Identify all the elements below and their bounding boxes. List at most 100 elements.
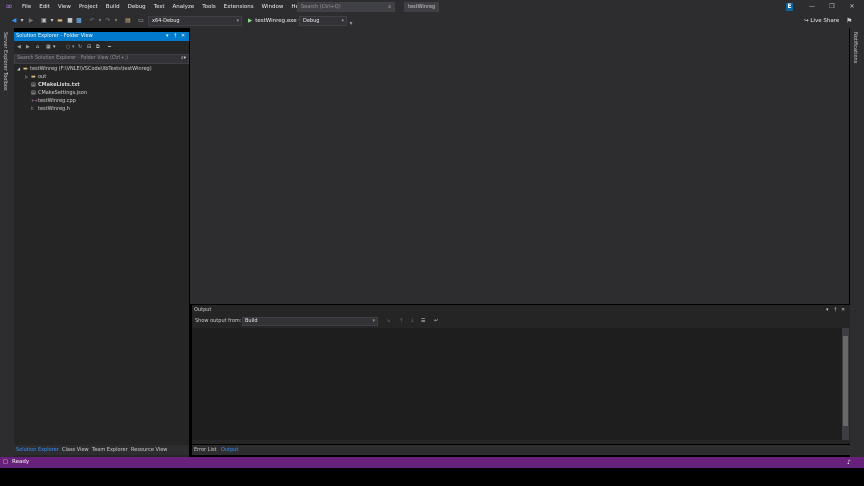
notifications-bell-icon[interactable]: ♪: [847, 457, 851, 468]
back-icon[interactable]: ◀: [17, 44, 21, 51]
tab-error-list[interactable]: Error List: [194, 445, 217, 455]
quick-launch-search[interactable]: Search (Ctrl+Q) ⌕: [297, 2, 395, 12]
close-icon[interactable]: ✕: [181, 32, 185, 41]
dropdown-chevron-icon[interactable]: ▾: [48, 17, 56, 25]
status-text: Ready: [12, 459, 30, 465]
output-panel: Output ▾ † ✕ Show output from: Build ▾ ↘…: [192, 305, 850, 444]
menu-test[interactable]: Test: [150, 0, 169, 14]
chevron-down-icon: ▾: [341, 18, 344, 24]
account-avatar[interactable]: E: [786, 3, 793, 11]
output-source-selector[interactable]: Build ▾: [242, 317, 378, 326]
folder-icon: ▬: [31, 74, 36, 80]
menu-edit[interactable]: Edit: [35, 0, 54, 14]
menu-debug[interactable]: Debug: [124, 0, 150, 14]
status-icon: □: [3, 459, 8, 465]
output-vertical-scrollbar[interactable]: [842, 328, 849, 440]
solution-explorer-title-bar: Solution Explorer - Folder View ▾ † ✕: [14, 32, 189, 41]
menu-file[interactable]: File: [18, 0, 35, 14]
scrollbar-thumb[interactable]: [843, 336, 848, 426]
save-all-icon[interactable]: ▩: [75, 17, 83, 25]
chevron-down-icon: ▾: [236, 18, 239, 24]
bottom-panel-tabs: Error List Output: [192, 445, 850, 455]
find-in-files-icon[interactable]: ▤: [124, 17, 132, 25]
redo-icon[interactable]: ↷: [104, 17, 112, 25]
cpp-file-icon: ++: [31, 98, 38, 103]
dropdown-chevron-icon[interactable]: ▾: [112, 17, 120, 25]
tab-resource-view[interactable]: Resource View: [131, 445, 167, 455]
dropdown-chevron-icon[interactable]: ▾: [18, 17, 26, 25]
close-window-button[interactable]: ✕: [842, 0, 862, 14]
previous-message-icon[interactable]: ↑: [399, 318, 403, 325]
forward-icon[interactable]: ▶: [26, 44, 30, 51]
find-message-icon[interactable]: ↘: [386, 318, 390, 325]
toolbar-overflow-icon[interactable]: ▾: [347, 20, 355, 28]
chevron-down-icon[interactable]: ▾: [53, 44, 56, 51]
search-icon[interactable]: ⌕: [388, 3, 391, 12]
menu-analyze[interactable]: Analyze: [169, 0, 199, 14]
solution-explorer-search[interactable]: Search Solution Explorer - Folder View (…: [14, 54, 189, 64]
search-placeholder: Search (Ctrl+Q): [301, 4, 341, 10]
pending-changes-filter-icon[interactable]: ○: [66, 44, 70, 51]
live-share-button[interactable]: ↪ Live Share: [804, 16, 839, 26]
notifications-tab[interactable]: Notifications: [852, 32, 858, 63]
menu-tools[interactable]: Tools: [198, 0, 220, 14]
home-icon[interactable]: ⌂: [36, 44, 39, 51]
tree-item-cmakelists[interactable]: ▤ CMakeLists.txt: [31, 81, 80, 89]
server-explorer-tab[interactable]: Server Explorer: [2, 32, 8, 71]
minimize-button[interactable]: —: [802, 0, 822, 14]
switch-views-icon[interactable]: ▦: [46, 44, 51, 51]
toolbox-tab[interactable]: Toolbox: [2, 72, 8, 91]
tree-item-cpp[interactable]: ++testWinreg.cpp: [31, 97, 76, 105]
search-icon[interactable]: ⌕▾: [181, 55, 186, 63]
save-icon[interactable]: ■: [66, 17, 74, 25]
solution-explorer-panel: Solution Explorer - Folder View ▾ † ✕ ◀ …: [14, 32, 189, 457]
properties-icon[interactable]: ━: [108, 44, 111, 51]
collapse-all-icon[interactable]: ⊟: [87, 44, 91, 51]
feedback-icon[interactable]: ⚑: [846, 16, 852, 26]
tab-solution-explorer[interactable]: Solution Explorer: [16, 445, 59, 455]
window-position-chevron-icon[interactable]: ▾: [166, 32, 169, 41]
chevron-down-icon[interactable]: ▾: [72, 44, 75, 51]
window-position-chevron-icon[interactable]: ▾: [826, 306, 829, 314]
navigate-back-icon[interactable]: ◀: [10, 17, 18, 25]
tab-class-view[interactable]: Class View: [62, 445, 89, 455]
debug-config-selector[interactable]: Debug ▾: [299, 16, 347, 26]
clear-all-icon[interactable]: ☰: [421, 318, 425, 325]
tree-root-folder[interactable]: ◢ ▬ testWinreg (F:\VNLE\VSCode\libTests\te…: [17, 65, 152, 73]
next-message-icon[interactable]: ↓: [410, 318, 414, 325]
menu-build[interactable]: Build: [102, 0, 124, 14]
tree-item-label: CMakeLists.txt: [38, 82, 80, 88]
maximize-button[interactable]: ❐: [822, 0, 842, 14]
close-icon[interactable]: ✕: [841, 306, 845, 314]
output-text-area[interactable]: [192, 328, 842, 440]
menu-project[interactable]: Project: [75, 0, 102, 14]
status-bar: □ Ready ♪: [0, 457, 864, 468]
configuration-selector[interactable]: x64-Debug ▾: [148, 16, 242, 26]
tree-item-out[interactable]: ▷ ▬ out: [25, 73, 46, 81]
show-output-from-label: Show output from:: [195, 318, 242, 324]
new-item-icon[interactable]: ▣: [40, 17, 48, 25]
toggle-word-wrap-icon[interactable]: ↵: [434, 318, 438, 325]
pin-icon[interactable]: †: [174, 32, 177, 41]
solution-explorer-search-placeholder: Search Solution Explorer - Folder View (…: [17, 56, 128, 61]
show-all-files-icon[interactable]: ⧉: [96, 44, 100, 51]
cmake-file-icon: ▤: [31, 82, 36, 88]
navigate-forward-icon[interactable]: ▶: [27, 17, 35, 25]
open-folder-icon[interactable]: ▬: [56, 17, 64, 25]
editor-area: [190, 28, 849, 304]
menu-view[interactable]: View: [54, 0, 75, 14]
pin-icon[interactable]: †: [834, 306, 837, 314]
menu-extensions[interactable]: Extensions: [220, 0, 258, 14]
tab-team-explorer[interactable]: Team Explorer: [92, 445, 128, 455]
refresh-icon[interactable]: ↻: [78, 44, 82, 51]
live-share-label: Live Share: [810, 18, 840, 24]
start-debugging-button[interactable]: ▶testWinreg.exe ▾: [248, 16, 301, 26]
undo-icon[interactable]: ↶: [88, 17, 96, 25]
standard-toolbar: ◀ ▾ ▶ ▣ ▾ ▬ ■ ▩ ↶ ▾ ↷ ▾ ▤ ▭ x64-Debug ▾ …: [0, 14, 864, 28]
dropdown-chevron-icon[interactable]: ▾: [96, 17, 104, 25]
tree-item-header[interactable]: h testWinreg.h: [31, 105, 70, 113]
target-system-icon[interactable]: ▭: [137, 17, 145, 25]
tree-item-cmakesettings[interactable]: ▤ CMakeSettings.json: [31, 89, 87, 97]
menu-window[interactable]: Window: [258, 0, 288, 14]
tab-output[interactable]: Output: [221, 445, 238, 455]
